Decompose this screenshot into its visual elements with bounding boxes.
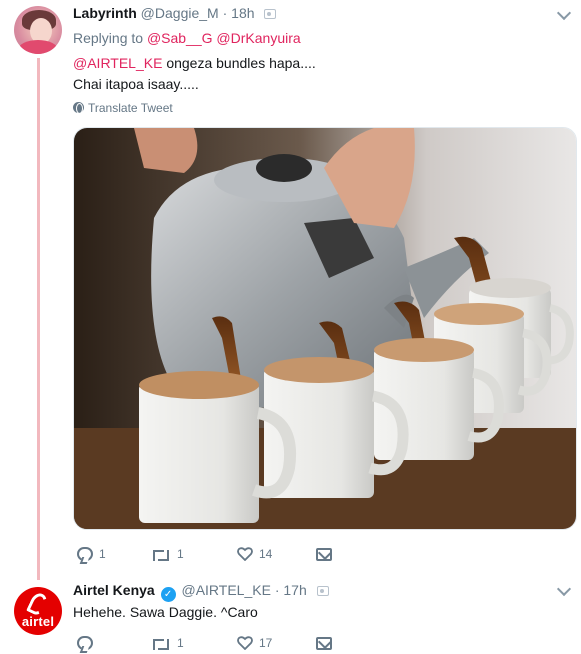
tea-pouring-photo: [74, 128, 576, 529]
reply-button[interactable]: 1: [77, 544, 106, 564]
reply-count: 1: [99, 547, 106, 561]
mention-link[interactable]: @DrKanyuira: [216, 30, 300, 46]
chevron-down-icon[interactable]: [556, 581, 572, 597]
replying-prefix: Replying to: [73, 30, 144, 46]
user-handle[interactable]: @AIRTEL_KE: [181, 582, 270, 598]
avatar-shoulder: [18, 40, 58, 54]
tweet-labyrinth[interactable]: Labyrinth @Daggie_M · 18h Replying to @S…: [0, 0, 581, 580]
tweet-header: Labyrinth @Daggie_M · 18h: [73, 5, 277, 21]
camera-icon: [264, 9, 277, 19]
retweet-icon: [151, 548, 171, 561]
verified-badge-icon: ✓: [160, 587, 176, 602]
avatar[interactable]: airtel: [14, 587, 62, 635]
tweet-header: Airtel Kenya ✓ @AIRTEL_KE · 17h: [73, 582, 329, 602]
avatar[interactable]: [14, 6, 62, 54]
separator-dot: ·: [274, 582, 280, 598]
tweet-text: ongeza bundles hapa....: [162, 55, 316, 71]
translate-tweet-link[interactable]: Translate Tweet: [73, 101, 173, 115]
mention-link[interactable]: @AIRTEL_KE: [73, 55, 162, 71]
envelope-icon: [316, 547, 332, 561]
retweet-count: 1: [177, 636, 184, 650]
tweet-actions: 1 17: [73, 633, 373, 653]
retweet-button[interactable]: 1: [151, 544, 184, 564]
translate-label[interactable]: Translate Tweet: [88, 101, 173, 115]
reply-icon: [77, 547, 93, 561]
direct-message-button[interactable]: [316, 544, 332, 564]
tweet-text-line: Chai itapoa isaay.....: [73, 76, 199, 92]
display-name[interactable]: Airtel Kenya: [73, 582, 155, 598]
retweet-icon: [151, 637, 171, 650]
separator-dot: ·: [222, 5, 228, 21]
avatar-wordmark: airtel: [21, 614, 55, 629]
heart-icon: [237, 636, 253, 650]
replying-to-line: Replying to @Sab__G @DrKanyuira: [73, 30, 301, 46]
chevron-down-icon[interactable]: [556, 5, 572, 21]
retweet-count: 1: [177, 547, 184, 561]
retweet-button[interactable]: 1: [151, 633, 184, 653]
like-count: 17: [259, 636, 273, 650]
timestamp[interactable]: 18h: [231, 5, 254, 21]
camera-icon: [316, 586, 329, 596]
thread-line: [37, 58, 40, 580]
like-button[interactable]: 14: [237, 544, 272, 564]
direct-message-button[interactable]: [316, 633, 332, 653]
user-handle[interactable]: @Daggie_M: [141, 5, 219, 21]
timestamp[interactable]: 17h: [283, 582, 306, 598]
like-button[interactable]: 17: [237, 633, 272, 653]
reply-icon: [77, 636, 93, 650]
mention-link[interactable]: @Sab__G: [147, 30, 213, 46]
tweet-actions: 1 1 14: [73, 544, 373, 564]
tweet-text-line: @AIRTEL_KE ongeza bundles hapa....: [73, 53, 316, 74]
globe-icon: [73, 102, 84, 114]
reply-button[interactable]: [77, 633, 99, 653]
envelope-icon: [316, 636, 332, 650]
like-count: 14: [259, 547, 273, 561]
display-name[interactable]: Labyrinth: [73, 5, 137, 21]
heart-icon: [237, 547, 253, 561]
tweet-media-photo[interactable]: [73, 127, 577, 530]
tweet-text: Hehehe. Sawa Daggie. ^Caro: [73, 604, 258, 620]
